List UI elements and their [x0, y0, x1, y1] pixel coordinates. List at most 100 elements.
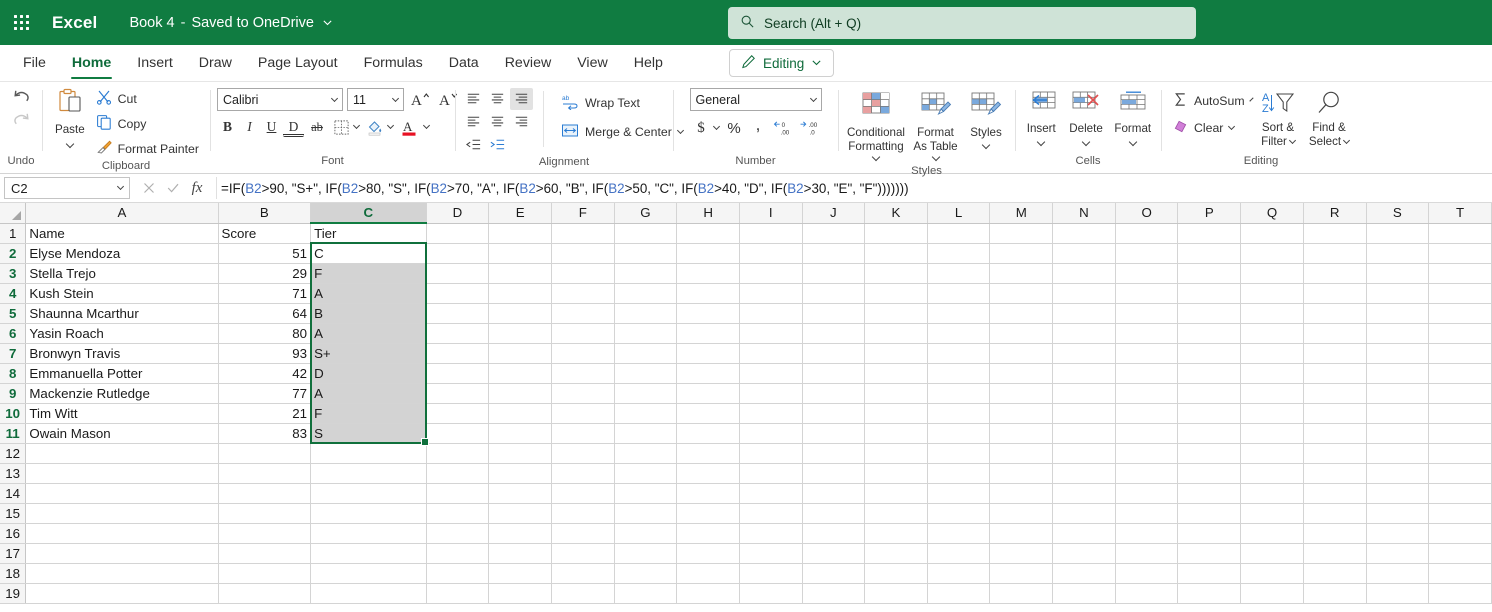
- cell-H16[interactable]: [676, 523, 740, 544]
- cell-D9[interactable]: [426, 383, 490, 404]
- chevron-down-icon[interactable]: [322, 17, 333, 28]
- cell-Q7[interactable]: [1240, 343, 1304, 364]
- cell-P8[interactable]: [1177, 363, 1242, 384]
- cell-K18[interactable]: [864, 563, 928, 584]
- row-header-18[interactable]: 18: [0, 563, 27, 584]
- cell-S5[interactable]: [1366, 303, 1430, 324]
- cell-H9[interactable]: [676, 383, 740, 404]
- cell-R8[interactable]: [1303, 363, 1367, 384]
- cell-K16[interactable]: [864, 523, 928, 544]
- table-row[interactable]: 7 Bronwyn Travis 93 S+: [0, 343, 1492, 364]
- row-header-8[interactable]: 8: [0, 363, 27, 384]
- cell-Q11[interactable]: [1240, 423, 1304, 444]
- cell-B2[interactable]: 51: [218, 243, 312, 264]
- cell-I6[interactable]: [739, 323, 803, 344]
- tab-insert[interactable]: Insert: [124, 45, 185, 81]
- cell-N13[interactable]: [1052, 463, 1116, 484]
- row-header-2[interactable]: 2: [0, 243, 27, 264]
- cell-P3[interactable]: [1177, 263, 1242, 284]
- table-row[interactable]: 15: [0, 503, 1492, 524]
- cell-E9[interactable]: [488, 383, 552, 404]
- cell-H2[interactable]: [676, 243, 740, 264]
- name-box[interactable]: C2: [4, 177, 130, 199]
- table-row[interactable]: 1 Name Score Tier: [0, 223, 1492, 244]
- cell-M10[interactable]: [989, 403, 1054, 424]
- cell-D11[interactable]: [426, 423, 490, 444]
- row-header-3[interactable]: 3: [0, 263, 27, 284]
- cell-M18[interactable]: [989, 563, 1054, 584]
- cell-F1[interactable]: [551, 223, 615, 244]
- table-row[interactable]: 6 Yasin Roach 80 A: [0, 323, 1492, 344]
- table-row[interactable]: 5 Shaunna Mcarthur 64 B: [0, 303, 1492, 324]
- cell-T3[interactable]: [1428, 263, 1492, 284]
- column-header-m[interactable]: M: [989, 203, 1054, 224]
- cell-Q19[interactable]: [1240, 583, 1304, 604]
- cell-D5[interactable]: [426, 303, 490, 324]
- cell-A11[interactable]: Owain Mason: [25, 423, 219, 444]
- font-size-select[interactable]: 11: [347, 88, 404, 111]
- cell-Q1[interactable]: [1240, 223, 1304, 244]
- cell-F9[interactable]: [551, 383, 615, 404]
- cell-A4[interactable]: Kush Stein: [25, 283, 219, 304]
- cell-C9[interactable]: A: [310, 383, 427, 404]
- cell-G18[interactable]: [614, 563, 678, 584]
- cell-L5[interactable]: [927, 303, 991, 324]
- cell-P7[interactable]: [1177, 343, 1242, 364]
- cell-J6[interactable]: [802, 323, 866, 344]
- cell-P15[interactable]: [1177, 503, 1242, 524]
- cell-S16[interactable]: [1366, 523, 1430, 544]
- cell-T10[interactable]: [1428, 403, 1492, 424]
- cell-H5[interactable]: [676, 303, 740, 324]
- cell-G17[interactable]: [614, 543, 678, 564]
- cell-B15[interactable]: [218, 503, 312, 524]
- cell-R19[interactable]: [1303, 583, 1367, 604]
- cell-C11[interactable]: S: [310, 423, 427, 444]
- column-header-r[interactable]: R: [1303, 203, 1367, 224]
- cell-O15[interactable]: [1115, 503, 1179, 524]
- cell-R3[interactable]: [1303, 263, 1367, 284]
- cell-J10[interactable]: [802, 403, 866, 424]
- cell-A6[interactable]: Yasin Roach: [25, 323, 219, 344]
- cell-I2[interactable]: [739, 243, 803, 264]
- cell-M5[interactable]: [989, 303, 1054, 324]
- cell-R6[interactable]: [1303, 323, 1367, 344]
- tab-page-layout[interactable]: Page Layout: [245, 45, 351, 81]
- cell-L19[interactable]: [927, 583, 991, 604]
- cell-D14[interactable]: [426, 483, 490, 504]
- cell-P10[interactable]: [1177, 403, 1242, 424]
- cell-L17[interactable]: [927, 543, 991, 564]
- cell-L4[interactable]: [927, 283, 991, 304]
- cell-N4[interactable]: [1052, 283, 1116, 304]
- cell-B3[interactable]: 29: [218, 263, 312, 284]
- chevron-down-icon[interactable]: [1128, 137, 1138, 147]
- confirm-check-icon[interactable]: [162, 177, 184, 199]
- cell-H4[interactable]: [676, 283, 740, 304]
- cell-K6[interactable]: [864, 323, 928, 344]
- cell-T8[interactable]: [1428, 363, 1492, 384]
- cell-K19[interactable]: [864, 583, 928, 604]
- cell-J11[interactable]: [802, 423, 866, 444]
- increase-decimal-icon[interactable]: .00.0: [797, 117, 822, 139]
- cell-C5[interactable]: B: [310, 303, 427, 324]
- cell-N18[interactable]: [1052, 563, 1116, 584]
- cell-H6[interactable]: [676, 323, 740, 344]
- cell-D1[interactable]: [426, 223, 490, 244]
- row-header-11[interactable]: 11: [0, 423, 27, 444]
- tab-data[interactable]: Data: [436, 45, 492, 81]
- cell-S18[interactable]: [1366, 563, 1430, 584]
- cell-E13[interactable]: [488, 463, 552, 484]
- cell-H10[interactable]: [676, 403, 740, 424]
- cell-K9[interactable]: [864, 383, 928, 404]
- cell-R4[interactable]: [1303, 283, 1367, 304]
- cell-E16[interactable]: [488, 523, 552, 544]
- cell-R7[interactable]: [1303, 343, 1367, 364]
- cell-A7[interactable]: Bronwyn Travis: [25, 343, 219, 364]
- align-center-icon[interactable]: [486, 111, 509, 133]
- cell-A8[interactable]: Emmanuella Potter: [25, 363, 219, 384]
- column-header-l[interactable]: L: [927, 203, 991, 224]
- cell-Q17[interactable]: [1240, 543, 1304, 564]
- cell-P2[interactable]: [1177, 243, 1242, 264]
- cell-C15[interactable]: [310, 503, 427, 524]
- cell-N3[interactable]: [1052, 263, 1116, 284]
- cell-L16[interactable]: [927, 523, 991, 544]
